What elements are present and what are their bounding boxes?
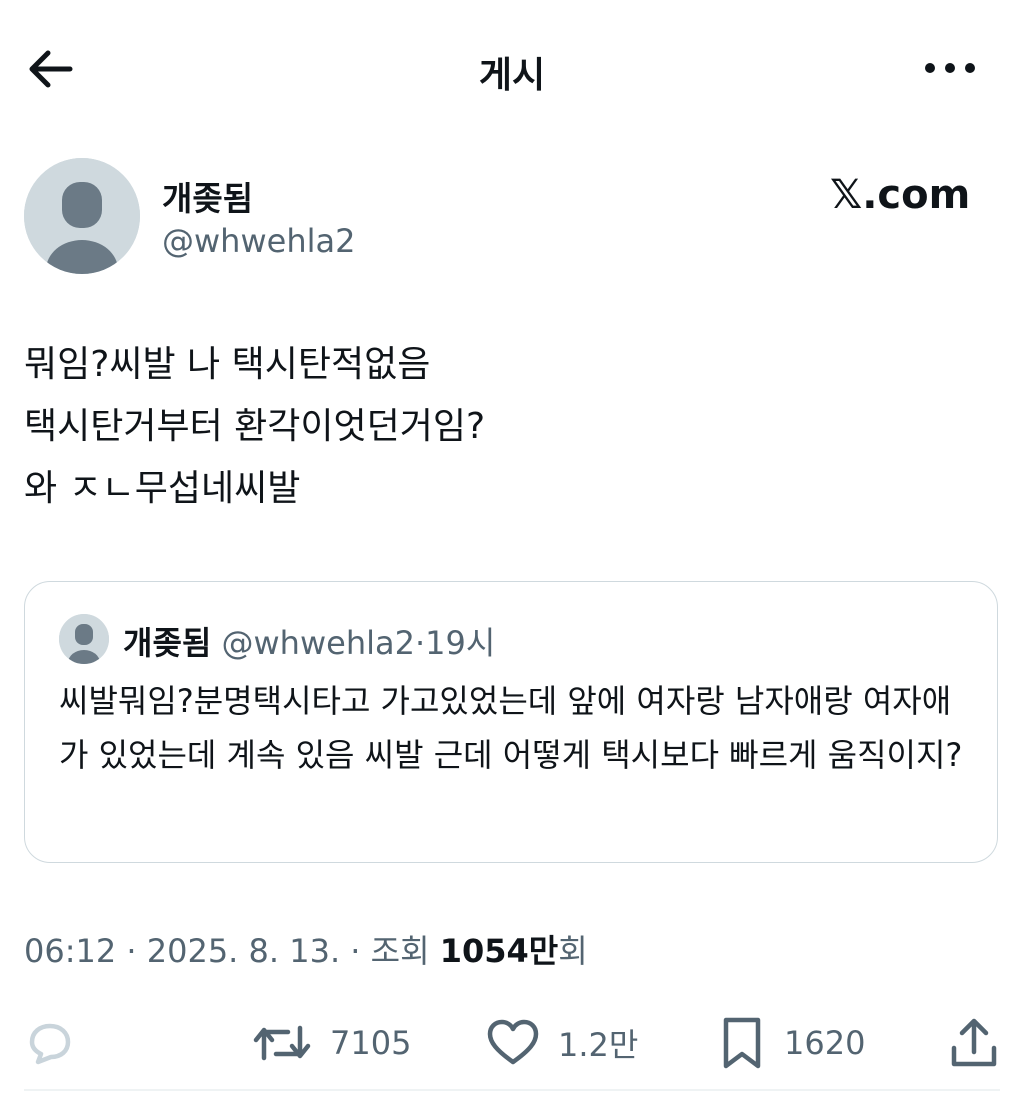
retweet-count: 7105 bbox=[330, 1024, 412, 1062]
default-avatar-icon bbox=[24, 158, 140, 274]
divider bbox=[24, 1089, 1000, 1091]
quoted-post[interactable]: 개좆됨 @whwehla2·19시 씨발뭐임?분명택시타고 가고있었는데 앞에 … bbox=[24, 581, 998, 863]
more-button[interactable] bbox=[918, 46, 982, 90]
share-icon bbox=[951, 1018, 997, 1067]
more-horizontal-icon bbox=[925, 63, 975, 73]
default-avatar-icon bbox=[59, 614, 109, 664]
like-count: 1.2만 bbox=[558, 1026, 639, 1064]
top-bar: 게시 bbox=[0, 0, 1024, 140]
author-display-name[interactable]: 개좆됨 bbox=[162, 172, 253, 220]
bookmark-count: 1620 bbox=[784, 1024, 866, 1062]
views-count: 1054만 bbox=[439, 932, 559, 970]
reply-button[interactable] bbox=[24, 1016, 76, 1070]
quoted-time: 19시 bbox=[425, 624, 496, 662]
meta-separator: · bbox=[350, 932, 361, 970]
views-suffix: 회 bbox=[558, 932, 588, 970]
quoted-handle: @whwehla2 bbox=[221, 624, 415, 662]
post-text: 뭐임?씨발 나 택시탄적없음 택시탄거부터 환각이엇던거임? 와 ㅈㄴ무섭네씨발 bbox=[24, 344, 486, 509]
views-label: 조회 bbox=[370, 932, 430, 970]
post-date[interactable]: 2025. 8. 13. bbox=[147, 932, 340, 970]
post-time[interactable]: 06:12 bbox=[24, 932, 116, 970]
quoted-post-text: 씨발뭐임?분명택시타고 가고있었는데 앞에 여자랑 남자애랑 여자애가 있었는데… bbox=[59, 682, 963, 774]
reply-icon bbox=[29, 1023, 71, 1065]
retweet-icon bbox=[253, 1025, 311, 1061]
post-meta: 06:12 · 2025. 8. 13. · 조회 1054만회 bbox=[24, 926, 588, 972]
meta-separator: · bbox=[126, 932, 137, 970]
quoted-post-header: 개좆됨 @whwehla2·19시 bbox=[123, 618, 495, 664]
quoted-display-name: 개좆됨 bbox=[123, 624, 212, 662]
page-title: 게시 bbox=[478, 55, 546, 96]
bookmark-icon bbox=[723, 1017, 761, 1069]
like-button[interactable]: 1.2만 bbox=[486, 1016, 638, 1070]
bookmark-button[interactable]: 1620 bbox=[718, 1016, 865, 1070]
quoted-avatar bbox=[59, 614, 109, 664]
quoted-separator: · bbox=[414, 624, 426, 662]
share-button[interactable] bbox=[948, 1016, 1000, 1070]
retweet-button[interactable]: 7105 bbox=[252, 1016, 411, 1070]
x-com-watermark: 𝕏.com bbox=[830, 172, 971, 218]
heart-icon bbox=[487, 1019, 539, 1065]
avatar[interactable] bbox=[24, 158, 140, 274]
author-handle[interactable]: @whwehla2 bbox=[162, 222, 355, 260]
